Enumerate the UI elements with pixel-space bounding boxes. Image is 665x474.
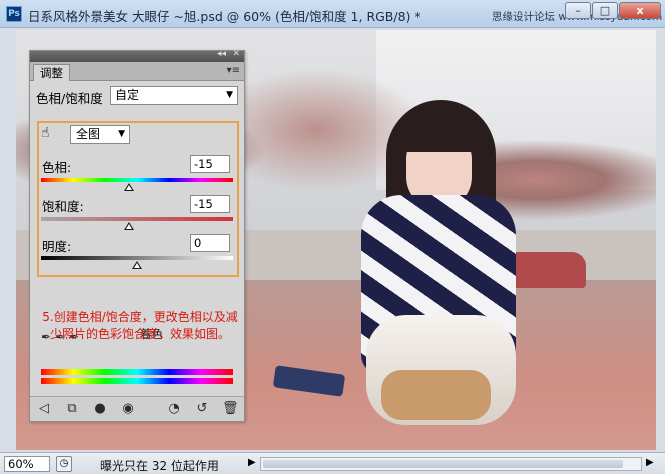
- status-bar: 60% ◷ 曝光只在 32 位起作用 ▶ ▶: [0, 452, 665, 474]
- scrollbar-thumb[interactable]: [263, 460, 623, 468]
- preset-label: 色相/饱和度: [36, 91, 103, 106]
- saturation-label: 饱和度:: [42, 199, 84, 214]
- trash-icon[interactable]: 🗑: [222, 401, 239, 417]
- clip-layer-icon[interactable]: ●: [92, 401, 108, 417]
- tutorial-annotation: 5.创建色相/饱合度，更改色相以及减少照片的色彩饱合度，效果如图。: [42, 310, 238, 341]
- lightness-label: 明度:: [42, 239, 72, 254]
- hue-slider-thumb[interactable]: [124, 183, 135, 191]
- output-color-spectrum: [41, 378, 233, 384]
- status-message: 曝光只在 32 位起作用: [100, 459, 219, 473]
- photoshop-logo-icon: Ps: [6, 6, 22, 22]
- adjustments-panel[interactable]: ◂◂ ✕ 调整 ▾≡ 色相/饱和度 自定 ▼ ☝ 全图 ▼ 色相: -15 饱和…: [29, 49, 245, 422]
- lightness-slider-track[interactable]: [41, 256, 233, 260]
- zoom-input[interactable]: 60%: [4, 456, 50, 472]
- saturation-input[interactable]: -15: [190, 195, 230, 213]
- horizontal-scrollbar[interactable]: [260, 457, 642, 471]
- chevron-down-icon: ▼: [226, 90, 233, 100]
- panel-drag-bar[interactable]: ◂◂ ✕: [30, 49, 244, 62]
- status-info-icon[interactable]: ◷: [56, 456, 72, 472]
- visibility-icon[interactable]: ◉: [120, 401, 136, 417]
- photo-girl-boots: [381, 370, 491, 420]
- channel-dropdown[interactable]: 全图 ▼: [70, 125, 130, 144]
- targeted-adjustment-hand-icon[interactable]: ☝: [41, 125, 57, 141]
- panel-footer: ◁ ⧉ ● ◉ ◔ ↺ 🗑: [30, 396, 244, 421]
- tab-adjustments[interactable]: 调整: [33, 64, 70, 81]
- saturation-slider-track[interactable]: [41, 217, 233, 221]
- collapse-panel-icon[interactable]: ◂◂: [217, 49, 226, 59]
- minimize-button[interactable]: –: [565, 2, 591, 19]
- window-titlebar[interactable]: Ps 日系风格外景美女 大眼仔 ~旭.psd @ 60% (色相/饱和度 1, …: [0, 0, 665, 28]
- hue-input[interactable]: -15: [190, 155, 230, 173]
- input-color-spectrum: [41, 369, 233, 375]
- expand-view-icon[interactable]: ⧉: [64, 401, 80, 417]
- hue-label: 色相:: [42, 160, 72, 175]
- back-arrow-icon[interactable]: ◁: [36, 401, 52, 417]
- view-previous-icon[interactable]: ◔: [166, 401, 182, 417]
- chevron-down-icon: ▼: [118, 129, 125, 139]
- close-panel-icon[interactable]: ✕: [232, 49, 240, 59]
- maximize-button[interactable]: □: [592, 2, 618, 19]
- hue-slider-track[interactable]: [41, 178, 233, 182]
- panel-tab-row: 调整 ▾≡: [30, 62, 244, 81]
- scroll-right-arrow-icon[interactable]: ▶: [646, 457, 654, 468]
- close-button[interactable]: x: [619, 2, 661, 19]
- saturation-slider-thumb[interactable]: [124, 222, 135, 230]
- preset-dropdown[interactable]: 自定 ▼: [110, 86, 238, 105]
- reset-icon[interactable]: ↺: [194, 401, 210, 417]
- channel-value: 全图: [76, 127, 101, 141]
- lightness-input[interactable]: 0: [190, 234, 230, 252]
- preset-value: 自定: [115, 88, 140, 102]
- panel-menu-icon[interactable]: ▾≡: [227, 65, 240, 76]
- document-title: 日系风格外景美女 大眼仔 ~旭.psd @ 60% (色相/饱和度 1, RGB…: [28, 9, 421, 24]
- lightness-slider-thumb[interactable]: [132, 261, 142, 269]
- status-menu-arrow-icon[interactable]: ▶: [248, 457, 256, 468]
